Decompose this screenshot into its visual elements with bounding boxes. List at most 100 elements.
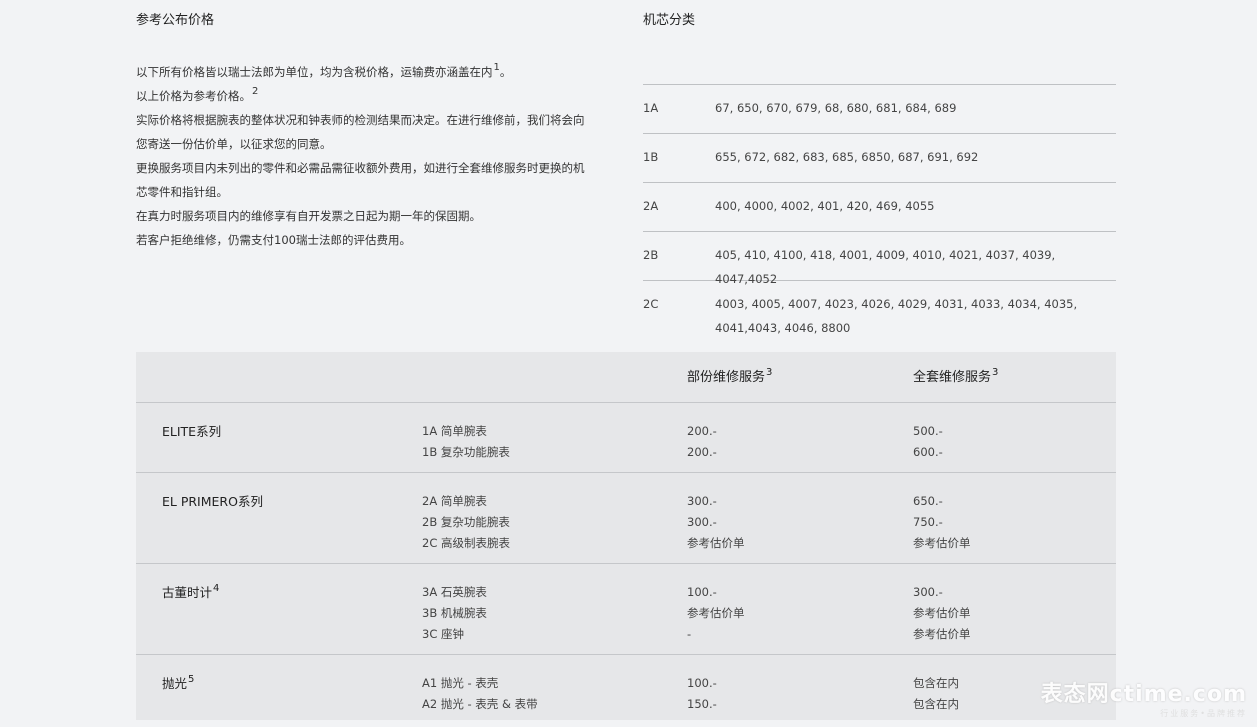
note-text: 芯零件和指针组。: [136, 185, 228, 199]
full-price-column: 500.- 600.-: [913, 421, 943, 463]
note-line: 若客户拒绝维修，仍需支付100瑞士法郎的评估费用。: [136, 228, 614, 252]
partial-price-cell: 300.-: [687, 515, 717, 529]
full-price-column: 650.- 750.- 参考估价单: [913, 491, 971, 554]
movement-calibers: 67, 650, 670, 679, 68, 680, 681, 684, 68…: [715, 101, 957, 115]
footnote-3: 3: [766, 367, 773, 378]
series-name: 抛光5: [162, 673, 194, 692]
movement-code: 2B: [643, 248, 659, 262]
watermark-main: 表态网ctime.com: [1040, 682, 1247, 707]
watch-type-cell: 1B 复杂功能腕表: [422, 445, 510, 459]
series-label: 抛光: [162, 676, 188, 691]
note-text: 若客户拒绝维修，仍需支付100瑞士法郎的评估费用。: [136, 233, 411, 247]
full-price-cell: 500.-: [913, 424, 943, 438]
watch-type-column: 1A 简单腕表 1B 复杂功能腕表: [422, 421, 510, 463]
partial-price-cell: 200.-: [687, 445, 717, 459]
partial-service-header: 部份维修服务3: [687, 366, 773, 386]
note-line: 更换服务项目内未列出的零件和必需品需征收额外费用，如进行全套维修服务时更换的机: [136, 156, 614, 180]
series-name: EL PRIMERO系列: [162, 491, 263, 510]
partial-price-cell: 100.-: [687, 676, 717, 690]
reference-price-title: 参考公布价格: [136, 13, 215, 28]
partial-price-cell: 100.-: [687, 585, 717, 599]
full-price-cell: 参考估价单: [913, 606, 971, 620]
watermark-sub: 行业服务•品牌推荐: [1160, 709, 1247, 718]
series-label: ELITE系列: [162, 424, 222, 439]
footnote-marker: 4: [213, 583, 220, 594]
note-line: 在真力时服务项目内的维修享有自开发票之日起为期一年的保固期。: [136, 204, 614, 228]
price-row: ELITE系列 1A 简单腕表 1B 复杂功能腕表 200.- 200.- 500.- 60…: [136, 403, 1116, 473]
watch-type-cell: 3B 机械腕表: [422, 606, 487, 620]
full-price-cell: 600.-: [913, 445, 943, 459]
partial-price-cell: 200.-: [687, 424, 717, 438]
price-table-header: 部份维修服务3 全套维修服务3: [136, 352, 1116, 403]
watch-type-cell: A1 抛光 - 表壳: [422, 676, 499, 690]
watch-type-cell: 2B 复杂功能腕表: [422, 515, 510, 529]
series-label: 古董时计: [162, 585, 213, 600]
partial-service-label: 部份维修服务: [687, 370, 766, 385]
watermark: 表态网ctime.com 行业服务•品牌推荐: [1041, 676, 1247, 719]
movement-table: 1A 67, 650, 670, 679, 68, 680, 681, 684, …: [643, 84, 1116, 351]
note-line: 您寄送一份估价单，以征求您的同意。: [136, 132, 614, 156]
note-tail: 。: [499, 65, 512, 79]
movement-calibers: 400, 4000, 4002, 401, 420, 469, 4055: [715, 199, 935, 213]
watch-type-cell: 3A 石英腕表: [422, 585, 487, 599]
footnote-3: 3: [992, 367, 999, 378]
note-line: 实际价格将根据腕表的整体状况和钟表师的检测结果而决定。在进行维修前，我们将会向: [136, 108, 614, 132]
watch-type-cell: 3C 座钟: [422, 627, 465, 641]
partial-price-cell: 150.-: [687, 697, 717, 711]
full-price-column: 300.- 参考估价单 参考估价单: [913, 582, 971, 645]
service-price-table: 部份维修服务3 全套维修服务3 ELITE系列 1A 简单腕表 1B 复杂功能腕表 2…: [136, 352, 1116, 720]
watch-type-cell: A2 抛光 - 表壳 & 表带: [422, 697, 538, 711]
partial-price-cell: 参考估价单: [687, 606, 745, 620]
series-name: ELITE系列: [162, 421, 221, 440]
note-line: 以下所有价格皆以瑞士法郎为单位，均为含税价格，运输费亦涵盖在内1。: [136, 60, 614, 84]
note-text: 以下所有价格皆以瑞士法郎为单位，均为含税价格，运输费亦涵盖在内: [136, 65, 493, 79]
watch-type-cell: 2C 高级制表腕表: [422, 536, 511, 550]
partial-price-column: 100.- 150.-: [687, 673, 717, 715]
series-label: EL PRIMERO系列: [162, 494, 263, 509]
note-text: 在真力时服务项目内的维修享有自开发票之日起为期一年的保固期。: [136, 209, 481, 223]
partial-price-column: 300.- 300.- 参考估价单: [687, 491, 745, 554]
movement-row: 2B 405, 410, 4100, 418, 4001, 4009, 4010,…: [643, 232, 1116, 286]
note-text: 更换服务项目内未列出的零件和必需品需征收额外费用，如进行全套维修服务时更换的机: [136, 161, 585, 175]
full-price-cell: 300.-: [913, 585, 943, 599]
note-text: 您寄送一份估价单，以征求您的同意。: [136, 137, 332, 151]
watch-type-column: 3A 石英腕表 3B 机械腕表 3C 座钟: [422, 582, 487, 645]
movement-code: 2A: [643, 199, 659, 213]
partial-price-column: 100.- 参考估价单 -: [687, 582, 745, 645]
full-price-cell: 包含在内: [913, 697, 959, 711]
movement-row: 1B 655, 672, 682, 683, 685, 6850, 687, 69…: [643, 134, 1116, 183]
footnote-marker: 5: [188, 674, 195, 685]
full-price-cell: 750.-: [913, 515, 943, 529]
movement-code: 2C: [643, 297, 659, 311]
movement-code: 1B: [643, 150, 659, 164]
full-price-cell: 包含在内: [913, 676, 959, 690]
movement-row: 2A 400, 4000, 4002, 401, 420, 469, 4055: [643, 183, 1116, 232]
footnote-marker: 2: [252, 86, 259, 97]
movement-classification-title: 机芯分类: [643, 13, 696, 28]
note-line: 以上价格为参考价格。2: [136, 84, 614, 108]
movement-row: 1A 67, 650, 670, 679, 68, 680, 681, 684, …: [643, 85, 1116, 134]
note-text: 实际价格将根据腕表的整体状况和钟表师的检测结果而决定。在进行维修前，我们将会向: [136, 113, 585, 127]
movement-calibers: 4003, 4005, 4007, 4023, 4026, 4029, 4031…: [715, 297, 1078, 335]
price-row: 古董时计4 3A 石英腕表 3B 机械腕表 3C 座钟 100.- 参考估价单 - 300.-…: [136, 564, 1116, 655]
note-line: 芯零件和指针组。: [136, 180, 614, 204]
price-notes: 以下所有价格皆以瑞士法郎为单位，均为含税价格，运输费亦涵盖在内1。 以上价格为参考…: [136, 60, 614, 252]
movement-classification-section: 机芯分类 1A 67, 650, 670, 679, 68, 680, 681, …: [643, 0, 1116, 352]
partial-price-cell: -: [687, 627, 692, 641]
price-row: 抛光5 A1 抛光 - 表壳 A2 抛光 - 表壳 & 表带 100.- 150.- 包含…: [136, 655, 1116, 722]
movement-row: 2C 4003, 4005, 4007, 4023, 4026, 4029, 40…: [643, 281, 1116, 351]
watch-type-column: 2A 简单腕表 2B 复杂功能腕表 2C 高级制表腕表: [422, 491, 510, 554]
watch-type-cell: 2A 简单腕表: [422, 494, 487, 508]
full-price-cell: 参考估价单: [913, 627, 971, 641]
movement-code: 1A: [643, 101, 659, 115]
watch-type-column: A1 抛光 - 表壳 A2 抛光 - 表壳 & 表带: [422, 673, 538, 715]
series-name: 古董时计4: [162, 582, 219, 601]
full-price-cell: 参考估价单: [913, 536, 971, 550]
full-price-column: 包含在内 包含在内: [913, 673, 959, 715]
movement-calibers: 655, 672, 682, 683, 685, 6850, 687, 691,…: [715, 150, 979, 164]
watch-type-cell: 1A 简单腕表: [422, 424, 487, 438]
partial-price-column: 200.- 200.-: [687, 421, 717, 463]
partial-price-cell: 参考估价单: [687, 536, 745, 550]
price-row: EL PRIMERO系列 2A 简单腕表 2B 复杂功能腕表 2C 高级制表腕表 300…: [136, 473, 1116, 564]
partial-price-cell: 300.-: [687, 494, 717, 508]
